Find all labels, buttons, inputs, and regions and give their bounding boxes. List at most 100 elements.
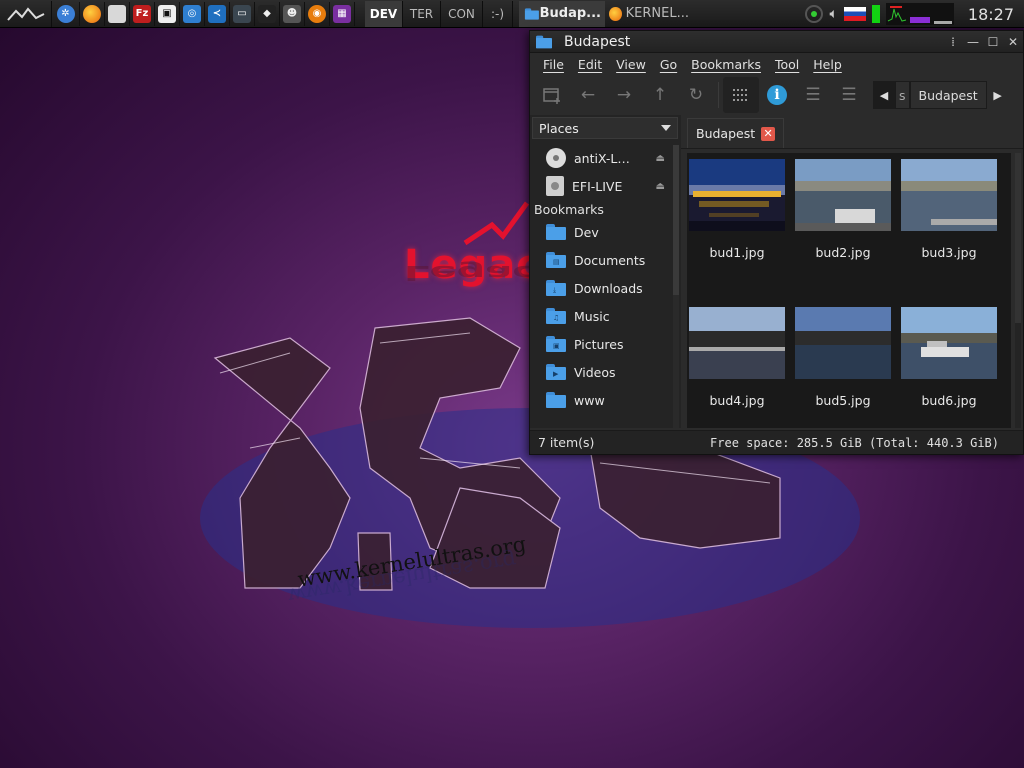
new-window-icon — [543, 88, 560, 104]
launcher-screenshot[interactable]: ◎ — [180, 1, 205, 26]
menu-file[interactable]: File — [536, 57, 571, 72]
menu-view[interactable]: View — [609, 57, 653, 72]
side-item-device-antix[interactable]: antiX-L… ⏏ — [530, 145, 675, 171]
minimize-button[interactable]: — — [963, 32, 983, 52]
reload-button[interactable]: ↻ — [678, 77, 714, 113]
forward-button[interactable]: → — [606, 77, 642, 113]
file-name: bud4.jpg — [709, 393, 765, 408]
launcher-files[interactable] — [105, 1, 130, 26]
launcher-firefox[interactable] — [80, 1, 105, 26]
menu-go[interactable]: Go — [653, 57, 684, 72]
side-item-videos[interactable]: ▶ Videos — [530, 359, 675, 385]
up-button[interactable]: ↑ — [642, 77, 678, 113]
task-browser[interactable]: KERNEL... — [605, 1, 693, 27]
network-icon[interactable] — [805, 5, 824, 23]
close-tab-icon[interactable]: ✕ — [761, 126, 776, 141]
file-item[interactable]: bud2.jpg — [793, 159, 893, 260]
path-scroll-left-button[interactable]: ◀ — [873, 81, 895, 109]
clock: 18:27 — [967, 4, 1014, 24]
menu-help[interactable]: Help — [806, 57, 849, 72]
side-item-dev[interactable]: Dev — [530, 219, 675, 245]
path-segment-current[interactable]: Budapest — [909, 81, 987, 109]
launcher-vscode[interactable]: ≺ — [205, 1, 230, 26]
file-item[interactable]: bud5.jpg — [793, 307, 893, 408]
app-menu-button[interactable] — [0, 0, 52, 27]
side-item-documents[interactable]: ▤ Documents — [530, 247, 675, 273]
file-name: bud6.jpg — [921, 393, 977, 408]
menu-tool[interactable]: Tool — [768, 57, 806, 72]
compact-view-button[interactable]: ☰ — [795, 77, 831, 113]
arrow-up-icon: ↑ — [652, 85, 668, 105]
side-item-music[interactable]: ♫ Music — [530, 303, 675, 329]
desktop-dev-button[interactable]: DEV — [365, 0, 403, 27]
keyboard-layout-flag-icon[interactable] — [843, 7, 866, 21]
window-controls: ⁞ — ☐ ✕ — [943, 32, 1023, 52]
globe-icon: ✲ — [56, 4, 75, 23]
thumbnail-view-button[interactable]: i — [759, 77, 795, 113]
path-bar: ◀ s Budapest ▶ — [873, 81, 1009, 109]
file-item[interactable]: bud1.jpg — [687, 159, 787, 260]
launcher-inkscape[interactable]: ◆ — [255, 1, 280, 26]
launcher-globe[interactable]: ✲ — [52, 1, 80, 26]
inkscape-icon: ◆ — [258, 4, 276, 23]
maximize-button[interactable]: ☐ — [983, 32, 1003, 52]
task-file-manager[interactable]: Budap... — [519, 0, 605, 27]
side-item-pictures[interactable]: ▣ Pictures — [530, 331, 675, 357]
pictures-folder-icon: ▣ — [546, 336, 566, 352]
path-scroll-right-button[interactable]: ▶ — [986, 81, 1009, 109]
back-button[interactable]: ← — [570, 77, 606, 113]
image-thumbnail — [901, 159, 997, 231]
desktop-smiley-button[interactable]: :-) — [483, 0, 513, 27]
system-tray: 🔈︎ 18:27 — [805, 0, 1024, 28]
downloads-folder-icon: ⤓ — [546, 280, 566, 296]
cdrom-icon — [546, 148, 566, 168]
launcher-blender[interactable]: ◉ — [305, 1, 330, 26]
launcher-gimp[interactable]: ☻ — [280, 1, 305, 26]
volume-icon[interactable]: 🔈︎ — [829, 6, 837, 22]
scrollbar-thumb[interactable] — [673, 145, 679, 295]
documents-folder-icon: ▤ — [546, 252, 566, 268]
side-item-label: www — [574, 392, 605, 408]
icon-view-button[interactable] — [723, 77, 759, 113]
launcher-console[interactable]: ▭ — [230, 1, 255, 26]
side-item-downloads[interactable]: ⤓ Downloads — [530, 275, 675, 301]
side-item-www[interactable]: www — [530, 387, 675, 413]
dropdown-label: Places — [539, 120, 579, 136]
close-button[interactable]: ✕ — [1003, 32, 1023, 52]
new-tab-button[interactable] — [534, 77, 570, 113]
launcher-filezilla[interactable]: Fz — [130, 1, 155, 26]
system-monitor-graph — [885, 3, 954, 25]
file-item[interactable]: bud4.jpg — [687, 307, 787, 408]
task-label: KERNEL... — [625, 6, 689, 21]
tab-budapest[interactable]: Budapest ✕ — [687, 118, 785, 148]
wallpaper-brand-reflection: Legac — [404, 261, 536, 284]
tab-label: Budapest — [696, 126, 756, 141]
window-titlebar[interactable]: Budapest ⁞ — ☐ ✕ — [530, 31, 1023, 53]
side-pane-scrollbar[interactable] — [673, 145, 679, 428]
reload-icon: ↻ — [688, 85, 704, 105]
menu-edit[interactable]: Edit — [571, 57, 609, 72]
file-item[interactable]: bud6.jpg — [899, 307, 999, 408]
file-item[interactable]: bud3.jpg — [899, 159, 999, 260]
eject-icon[interactable]: ⏏ — [656, 153, 665, 164]
launcher-terminal[interactable]: ▣ — [155, 1, 180, 26]
free-space: Free space: 285.5 GiB (Total: 440.3 GiB) — [710, 435, 999, 450]
app-icon: ▦ — [333, 4, 351, 23]
detailed-view-button[interactable]: ☰ — [831, 77, 867, 113]
bookmarks-header: Bookmarks — [534, 202, 604, 217]
path-segment-parent[interactable]: s — [895, 81, 910, 109]
window-menu-button[interactable]: ⁞ — [943, 32, 963, 52]
side-pane-mode-dropdown[interactable]: Places — [532, 117, 678, 139]
chevron-down-icon — [661, 125, 671, 131]
scrollbar-thumb[interactable] — [1015, 153, 1021, 323]
launcher-app[interactable]: ▦ — [330, 1, 355, 26]
desktop-ter-button[interactable]: TER — [403, 0, 441, 27]
side-item-device-efi[interactable]: EFI-LIVE ⏏ — [530, 173, 675, 199]
eject-icon[interactable]: ⏏ — [656, 181, 665, 192]
folder-icon — [546, 224, 566, 240]
menu-bookmarks[interactable]: Bookmarks — [684, 57, 768, 72]
triangle-left-icon: ◀ — [879, 88, 889, 102]
side-item-label: Downloads — [574, 280, 643, 296]
desktop-con-button[interactable]: CON — [441, 0, 483, 27]
file-grid-scrollbar[interactable] — [1015, 153, 1021, 428]
